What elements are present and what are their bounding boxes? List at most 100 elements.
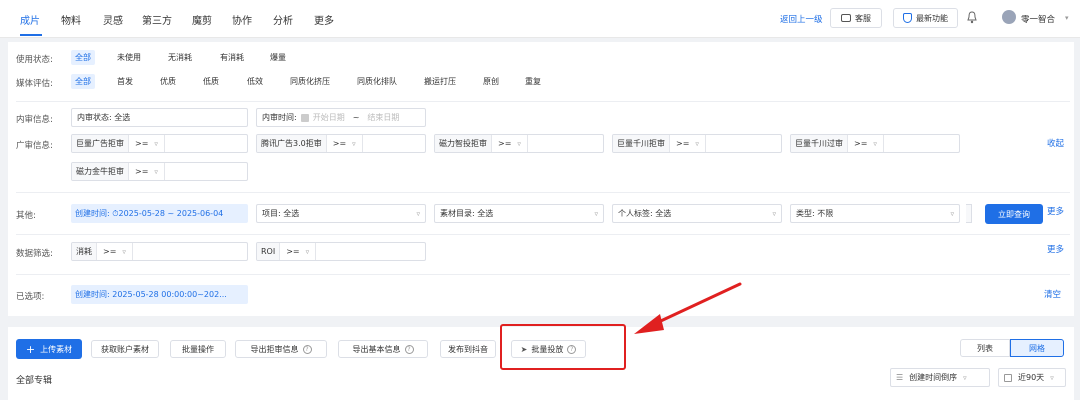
media-option-all[interactable]: 全部 [71,74,95,89]
chevron-down-icon: ▿ [154,167,158,176]
media-option-original[interactable]: 原创 [483,76,499,87]
divider [16,192,1070,193]
active-tab-indicator [20,34,42,36]
usage-option-all[interactable]: 全部 [71,50,95,65]
media-option-homo-squeeze[interactable]: 同质化挤压 [290,76,330,87]
project-value: 项目: 全选 [262,209,300,218]
ad-filter-tencent[interactable]: 腾讯广告3.0拒审 >= ▿ [256,134,426,153]
type-select[interactable]: 类型: 不限 ▿ [790,204,960,223]
data-filter-op[interactable]: >= ▿ [280,243,317,260]
album-label[interactable]: 全部专辑 [16,373,52,386]
start-date-placeholder: 开始日期 [312,113,345,122]
ad-filter-op[interactable]: >= ▿ [492,135,528,152]
created-time-range[interactable]: 创建时间: ⏱2025-05-28 ~ 2025-06-04 [71,204,248,223]
usage-option-has-cost[interactable]: 有消耗 [220,52,244,63]
media-option-low-quality[interactable]: 低质 [203,76,219,87]
data-filter-op[interactable]: >= ▿ [97,243,133,260]
shield-icon [903,13,912,23]
internal-status-value: 内审状态: 全选 [77,113,131,122]
divider [16,234,1070,235]
fetch-account-button[interactable]: 获取账户素材 [91,340,159,358]
date-range-select[interactable]: 近90天 ▿ [998,368,1066,387]
chat-icon [841,14,851,22]
op-value: >= [135,139,149,148]
sort-icon: ☰ [896,373,904,382]
avatar[interactable] [1002,10,1016,24]
media-option-copy-suppress[interactable]: 搬运打压 [424,76,456,87]
chevron-down-icon: ▿ [695,139,699,148]
media-option-low-efficiency[interactable]: 低效 [247,76,263,87]
filter-panel: 使用状态: 全部 未使用 无消耗 有消耗 爆量 媒体评估: 全部 首发 优质 低… [8,42,1074,316]
internal-status-select[interactable]: 内审状态: 全选 [71,108,248,127]
ad-filter-op[interactable]: >= ▿ [129,135,165,152]
ad-filter-op[interactable]: >= ▿ [848,135,884,152]
chevron-down-icon: ▿ [950,209,954,218]
back-link[interactable]: 返回上一级 [780,13,823,25]
ad-filter-name: 磁力智投拒审 [435,135,492,152]
clear-link[interactable]: 清空 [1044,288,1061,300]
op-value: >= [135,167,149,176]
catalog-select[interactable]: 素材目录: 全选 ▿ [434,204,604,223]
export-basic-label: 导出基本信息 [352,344,401,354]
usage-option-unused[interactable]: 未使用 [117,52,141,63]
upload-label: 上传素材 [40,344,73,354]
media-option-first[interactable]: 首发 [117,76,133,87]
sort-select[interactable]: ☰ 创建时间倒序 ▿ [890,368,990,387]
service-label: 客服 [855,13,871,23]
data-filter-roi[interactable]: ROI >= ▿ [256,242,426,261]
usage-option-no-cost[interactable]: 无消耗 [168,52,192,63]
ad-filter-op[interactable]: >= ▿ [129,163,165,180]
query-button[interactable]: 立即查询 [985,204,1043,224]
date-sep: ~ [352,113,360,122]
tab-xiezuo[interactable]: 协作 [232,12,252,27]
export-reject-button[interactable]: 导出拒审信息 ? [235,340,327,358]
calendar-icon [1004,373,1012,382]
tab-wuliao[interactable]: 物料 [61,12,81,27]
collapse-link[interactable]: 收起 [1047,137,1064,149]
chevron-down-icon[interactable]: ▾ [1065,14,1069,22]
data-filter-name: ROI [257,243,281,260]
tab-mojian[interactable]: 魔剪 [192,12,212,27]
media-option-quality[interactable]: 优质 [160,76,176,87]
plus-icon: + [25,342,36,356]
ad-filter-juliang[interactable]: 巨量广告拒审 >= ▿ [71,134,248,153]
ad-filter-qianchuan-pass[interactable]: 巨量千川过审 >= ▿ [790,134,960,153]
ad-filter-op[interactable]: >= ▿ [670,135,706,152]
internal-time-range[interactable]: 内审时间: 开始日期 ~ 结束日期 [256,108,426,127]
export-basic-button[interactable]: 导出基本信息 ? [338,340,428,358]
selected-chip[interactable]: 创建时间: 2025-05-28 00:00:00~202... [71,285,248,304]
personal-tag-select[interactable]: 个人标签: 全选 ▿ [612,204,782,223]
tab-fenxi[interactable]: 分析 [273,12,293,27]
ad-filter-jinniu[interactable]: 磁力金牛拒审 >= ▿ [71,162,248,181]
service-button[interactable]: 客服 [830,8,882,28]
ad-filter-qianchuan-reject[interactable]: 巨量千川拒审 >= ▿ [612,134,782,153]
new-features-button[interactable]: 最新功能 [893,8,958,28]
data-filter-cost[interactable]: 消耗 >= ▿ [71,242,248,261]
tab-linggan[interactable]: 灵感 [103,12,123,27]
op-value: >= [332,139,347,148]
op-value: >= [103,247,117,256]
bell-icon[interactable] [967,11,977,24]
media-option-duplicate[interactable]: 重复 [525,76,541,87]
more-link[interactable]: 更多 [1047,243,1064,255]
more-link[interactable]: 更多 [1047,205,1064,217]
usage-option-hot[interactable]: 爆量 [270,52,286,63]
sort-value: 创建时间倒序 [909,373,958,382]
project-select[interactable]: 项目: 全选 ▿ [256,204,426,223]
view-grid-toggle[interactable]: 网格 [1010,339,1064,357]
calendar-icon [300,113,309,122]
ad-filter-cili[interactable]: 磁力智投拒审 >= ▿ [434,134,604,153]
tab-chengpian[interactable]: 成片 [20,12,40,27]
selected-label: 已选项: [16,292,45,302]
user-name[interactable]: 零一智合 [1021,13,1055,25]
divider [16,274,1070,275]
view-list-toggle[interactable]: 列表 [960,339,1010,357]
tab-disanfang[interactable]: 第三方 [142,12,172,27]
ad-filter-op[interactable]: >= ▿ [327,135,363,152]
chevron-down-icon: ▿ [517,139,521,148]
batch-button[interactable]: 批量操作 [170,340,226,358]
upload-button[interactable]: + 上传素材 [16,339,82,359]
media-option-homo-queue[interactable]: 同质化排队 [357,76,397,87]
tab-more[interactable]: 更多 [314,12,334,27]
publish-douyin-button[interactable]: 发布到抖音 [440,340,496,358]
